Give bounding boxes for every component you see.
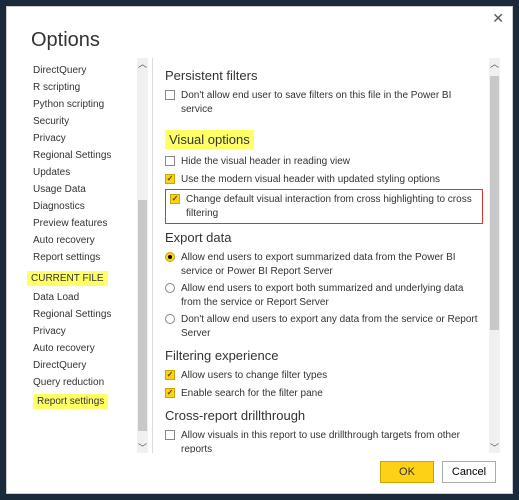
scrollbar-track[interactable] bbox=[489, 69, 500, 442]
main-scrollbar[interactable]: ︿ ﹀ bbox=[489, 58, 500, 453]
opt-label: Enable search for the filter pane bbox=[181, 387, 483, 401]
sidebar-item-diagnostics[interactable]: Diagnostics bbox=[31, 198, 137, 215]
opt-label: Change default visual interaction from c… bbox=[186, 193, 478, 220]
scrollbar-thumb[interactable] bbox=[490, 76, 499, 330]
opt-persistent-dont-allow[interactable]: Don't allow end user to save filters on … bbox=[165, 87, 483, 118]
opt-modern-header[interactable]: ✓ Use the modern visual header with upda… bbox=[165, 171, 483, 189]
opt-label: Don't allow end user to save filters on … bbox=[181, 89, 483, 116]
main-panel: Persistent filters Don't allow end user … bbox=[157, 58, 489, 453]
ok-button[interactable]: OK bbox=[380, 461, 434, 483]
chevron-down-icon[interactable]: ﹀ bbox=[489, 442, 500, 453]
opt-export-both[interactable]: Allow end users to export both summarize… bbox=[165, 280, 483, 311]
opt-export-summarized[interactable]: Allow end users to export summarized dat… bbox=[165, 249, 483, 280]
sidebar-item-regional-settings-cf[interactable]: Regional Settings bbox=[31, 306, 137, 323]
sidebar-item-python-scripting[interactable]: Python scripting bbox=[31, 96, 137, 113]
vertical-divider bbox=[152, 58, 153, 453]
checkbox-checked-icon[interactable]: ✓ bbox=[170, 194, 180, 204]
sidebar-item-report-settings-global[interactable]: Report settings bbox=[31, 249, 137, 266]
sidebar-item-privacy[interactable]: Privacy bbox=[31, 130, 137, 147]
opt-change-filter-types[interactable]: ✓ Allow users to change filter types bbox=[165, 367, 483, 385]
dialog-footer: OK Cancel bbox=[7, 453, 512, 493]
dialog-title: Options bbox=[7, 29, 512, 58]
section-persistent-filters: Persistent filters bbox=[165, 68, 483, 83]
opt-label: Allow visuals in this report to use dril… bbox=[181, 429, 483, 453]
sidebar-item-r-scripting[interactable]: R scripting bbox=[31, 79, 137, 96]
checkbox-checked-icon[interactable]: ✓ bbox=[165, 174, 175, 184]
checkbox-checked-icon[interactable]: ✓ bbox=[165, 370, 175, 380]
sidebar-item-report-settings-cf[interactable]: Report settings bbox=[31, 391, 110, 412]
scrollbar-thumb[interactable] bbox=[138, 200, 147, 431]
sidebar-item-regional-settings[interactable]: Regional Settings bbox=[31, 147, 137, 164]
opt-label: Allow end users to export summarized dat… bbox=[181, 251, 483, 278]
cancel-button[interactable]: Cancel bbox=[442, 461, 496, 483]
opt-label: Don't allow end users to export any data… bbox=[181, 313, 483, 340]
section-visual-options: Visual options bbox=[165, 130, 254, 149]
opt-cross-filtering[interactable]: ✓ Change default visual interaction from… bbox=[165, 189, 483, 224]
sidebar-item-directquery[interactable]: DirectQuery bbox=[31, 62, 137, 79]
sidebar-scrollbar[interactable]: ︿ ﹀ bbox=[137, 58, 148, 453]
sidebar-item-directquery-cf[interactable]: DirectQuery bbox=[31, 357, 137, 374]
sidebar-item-security[interactable]: Security bbox=[31, 113, 137, 130]
sidebar-header-current-file: CURRENT FILE bbox=[27, 266, 137, 289]
checkbox-icon[interactable] bbox=[165, 156, 175, 166]
opt-label: Use the modern visual header with update… bbox=[181, 173, 483, 187]
section-filtering-experience: Filtering experience bbox=[165, 348, 483, 363]
sidebar-item-auto-recovery-cf[interactable]: Auto recovery bbox=[31, 340, 137, 357]
sidebar-item-auto-recovery[interactable]: Auto recovery bbox=[31, 232, 137, 249]
checkbox-icon[interactable] bbox=[165, 430, 175, 440]
sidebar: DirectQuery R scripting Python scripting… bbox=[19, 58, 137, 453]
section-export-data: Export data bbox=[165, 230, 483, 245]
sidebar-item-query-reduction[interactable]: Query reduction bbox=[31, 374, 137, 391]
opt-label: Hide the visual header in reading view bbox=[181, 155, 483, 169]
opt-label: Allow end users to export both summarize… bbox=[181, 282, 483, 309]
section-cross-report: Cross-report drillthrough bbox=[165, 408, 483, 423]
opt-label: Allow users to change filter types bbox=[181, 369, 483, 383]
dialog-content: DirectQuery R scripting Python scripting… bbox=[7, 58, 512, 453]
sidebar-item-updates[interactable]: Updates bbox=[31, 164, 137, 181]
chevron-up-icon[interactable]: ︿ bbox=[137, 58, 148, 69]
chevron-up-icon[interactable]: ︿ bbox=[489, 58, 500, 69]
opt-hide-visual-header[interactable]: Hide the visual header in reading view bbox=[165, 153, 483, 171]
chevron-down-icon[interactable]: ﹀ bbox=[137, 442, 148, 453]
radio-icon[interactable] bbox=[165, 283, 175, 293]
sidebar-wrap: DirectQuery R scripting Python scripting… bbox=[19, 58, 137, 453]
opt-export-none[interactable]: Don't allow end users to export any data… bbox=[165, 311, 483, 342]
opt-enable-search-filter-pane[interactable]: ✓ Enable search for the filter pane bbox=[165, 385, 483, 403]
sidebar-item-privacy-cf[interactable]: Privacy bbox=[31, 323, 137, 340]
scrollbar-track[interactable] bbox=[137, 69, 148, 442]
radio-icon[interactable] bbox=[165, 314, 175, 324]
opt-allow-drillthrough[interactable]: Allow visuals in this report to use dril… bbox=[165, 427, 483, 453]
close-icon[interactable]: ✕ bbox=[492, 11, 504, 25]
titlebar: ✕ bbox=[7, 7, 512, 29]
sidebar-item-data-load[interactable]: Data Load bbox=[31, 289, 137, 306]
checkbox-checked-icon[interactable]: ✓ bbox=[165, 388, 175, 398]
main-wrap: Persistent filters Don't allow end user … bbox=[157, 58, 500, 453]
current-file-highlight: CURRENT FILE bbox=[27, 271, 108, 286]
report-settings-highlight: Report settings bbox=[33, 394, 108, 409]
options-dialog: ✕ Options DirectQuery R scripting Python… bbox=[6, 6, 513, 494]
checkbox-icon[interactable] bbox=[165, 90, 175, 100]
radio-selected-icon[interactable] bbox=[165, 252, 175, 262]
sidebar-item-usage-data[interactable]: Usage Data bbox=[31, 181, 137, 198]
sidebar-item-preview-features[interactable]: Preview features bbox=[31, 215, 137, 232]
